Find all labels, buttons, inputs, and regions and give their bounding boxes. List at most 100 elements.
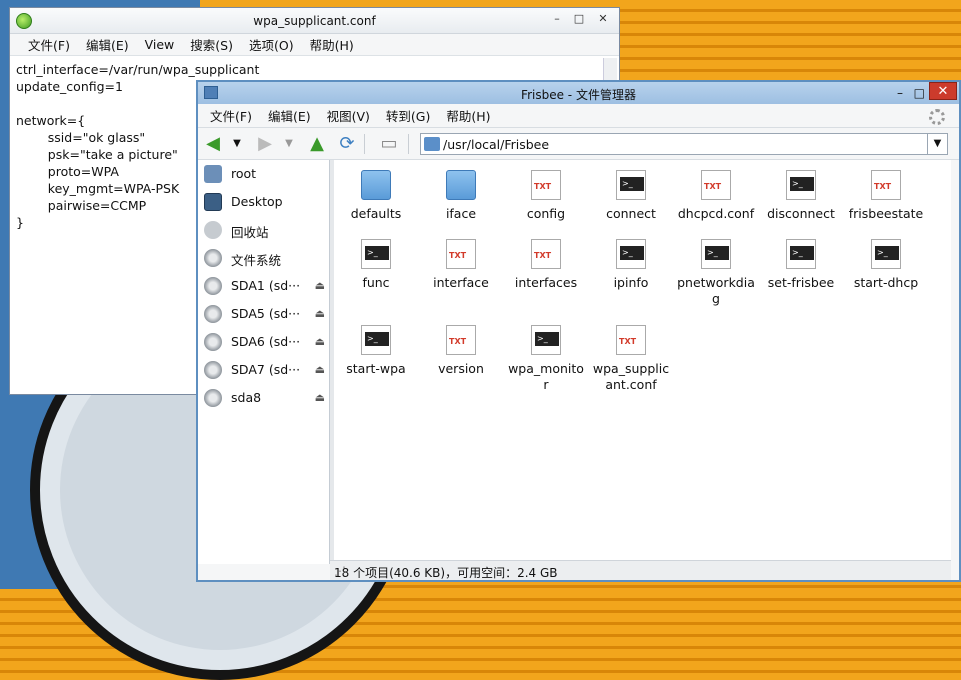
sidebar-item-desktop[interactable]: Desktop — [198, 188, 329, 216]
file-name: pnetworkdiag — [677, 275, 755, 306]
script-file-icon — [361, 325, 391, 355]
text-file-icon — [701, 170, 731, 200]
menu-help[interactable]: 帮助(H) — [302, 35, 362, 54]
text-line: ctrl_interface=/var/run/wpa_supplicant — [16, 62, 260, 77]
editor-titlebar[interactable]: wpa_supplicant.conf – □ ✕ — [10, 8, 619, 34]
forward-arrow-icon[interactable]: ▶ — [254, 134, 276, 154]
text-file-icon — [531, 239, 561, 269]
menu-file[interactable]: 文件(F) — [202, 106, 260, 125]
file-item-disconnect[interactable]: disconnect — [761, 170, 841, 222]
file-item-set-frisbee[interactable]: set-frisbee — [761, 239, 841, 291]
file-item-wpa-monitor[interactable]: wpa_monitor — [506, 325, 586, 393]
back-arrow-icon[interactable]: ◀ — [202, 134, 224, 154]
eject-icon[interactable]: ⏏ — [315, 279, 325, 292]
menu-view[interactable]: View — [137, 37, 183, 52]
minimize-icon[interactable]: – — [897, 86, 903, 100]
file-item-ipinfo[interactable]: ipinfo — [591, 239, 671, 291]
file-item-dhcpcd-conf[interactable]: dhcpcd.conf — [676, 170, 756, 222]
script-file-icon — [786, 170, 816, 200]
eject-icon[interactable]: ⏏ — [315, 391, 325, 404]
address-bar[interactable]: /usr/local/Frisbee ▼ — [420, 133, 948, 155]
menu-edit[interactable]: 编辑(E) — [78, 35, 137, 54]
file-name: connect — [606, 206, 656, 221]
menu-options[interactable]: 选项(O) — [241, 35, 302, 54]
file-name: interfaces — [514, 275, 578, 290]
sidebar-item-root[interactable]: root — [198, 160, 329, 188]
menu-search[interactable]: 搜索(S) — [182, 35, 241, 54]
sidebar-item-sda5[interactable]: SDA5 (sd··· ⏏ — [198, 300, 329, 328]
home-icon — [204, 165, 222, 183]
sidebar-item-label: SDA5 (sd··· — [231, 306, 301, 321]
file-item-interfaces[interactable]: interfaces — [506, 239, 586, 291]
sidebar-item-filesystem[interactable]: 文件系统 — [198, 244, 329, 272]
text-file-icon — [871, 170, 901, 200]
file-item-config[interactable]: config — [506, 170, 586, 222]
folder-icon — [361, 170, 391, 200]
minimize-icon[interactable]: – — [547, 11, 567, 27]
file-item-wpa-supplicant-conf[interactable]: wpa_supplicant.conf — [591, 325, 671, 393]
file-item-frisbeestate[interactable]: frisbeestate — [846, 170, 926, 222]
sidebar-item-sda1[interactable]: SDA1 (sd··· ⏏ — [198, 272, 329, 300]
disk-icon — [204, 361, 222, 379]
file-item-iface[interactable]: iface — [421, 170, 501, 222]
up-arrow-icon[interactable]: ▲ — [306, 134, 328, 154]
trash-icon — [204, 221, 222, 239]
refresh-icon[interactable]: ⟳ — [336, 134, 358, 154]
menu-file[interactable]: 文件(F) — [20, 35, 78, 54]
file-name: defaults — [350, 206, 402, 221]
file-name: start-dhcp — [853, 275, 919, 290]
file-item-start-dhcp[interactable]: start-dhcp — [846, 239, 926, 291]
file-item-func[interactable]: func — [336, 239, 416, 291]
maximize-icon[interactable]: □ — [569, 11, 589, 27]
sidebar-item-sda6[interactable]: SDA6 (sd··· ⏏ — [198, 328, 329, 356]
forward-history-dropdown-icon[interactable]: ▼ — [278, 134, 300, 154]
script-file-icon — [701, 239, 731, 269]
file-name: config — [526, 206, 566, 221]
menu-help[interactable]: 帮助(H) — [438, 106, 498, 125]
fm-menubar: 文件(F) 编辑(E) 视图(V) 转到(G) 帮助(H) — [198, 104, 959, 128]
file-item-pnetworkdiag[interactable]: pnetworkdiag — [676, 239, 756, 307]
sidebar-item-sda8[interactable]: sda8 ⏏ — [198, 384, 329, 412]
menu-edit[interactable]: 编辑(E) — [260, 106, 319, 125]
folder-icon — [446, 170, 476, 200]
address-path: /usr/local/Frisbee — [443, 137, 550, 152]
file-name: wpa_supplicant.conf — [592, 361, 670, 392]
folder-icon — [424, 137, 440, 151]
sidebar-item-sda7[interactable]: SDA7 (sd··· ⏏ — [198, 356, 329, 384]
resize-grip-icon[interactable]: ⋰ — [334, 564, 949, 578]
menu-go[interactable]: 转到(G) — [378, 106, 438, 125]
file-item-version[interactable]: version — [421, 325, 501, 377]
desktop-icon — [204, 193, 222, 211]
eject-icon[interactable]: ⏏ — [315, 335, 325, 348]
disk-icon — [204, 305, 222, 323]
back-history-dropdown-icon[interactable]: ▼ — [226, 134, 248, 154]
script-file-icon — [871, 239, 901, 269]
menu-view[interactable]: 视图(V) — [319, 106, 378, 125]
maximize-icon[interactable]: □ — [914, 86, 925, 100]
file-name: set-frisbee — [767, 275, 835, 290]
file-name: dhcpcd.conf — [677, 206, 755, 221]
eject-icon[interactable]: ⏏ — [315, 363, 325, 376]
folder-icon[interactable]: ▭ — [378, 134, 400, 154]
fm-titlebar[interactable]: Frisbee - 文件管理器 – □ ✕ — [198, 82, 959, 104]
text-file-icon — [446, 325, 476, 355]
chevron-down-icon[interactable]: ▼ — [927, 134, 947, 154]
sidebar-item-trash[interactable]: 回收站 — [198, 216, 329, 244]
file-item-start-wpa[interactable]: start-wpa — [336, 325, 416, 377]
file-item-defaults[interactable]: defaults — [336, 170, 416, 222]
text-file-icon — [616, 325, 646, 355]
editor-title: wpa_supplicant.conf — [253, 14, 376, 28]
sidebar-item-label: SDA6 (sd··· — [231, 334, 301, 349]
close-icon[interactable]: ✕ — [593, 11, 613, 27]
file-item-connect[interactable]: connect — [591, 170, 671, 222]
busy-spinner-icon — [929, 109, 945, 125]
file-name: frisbeestate — [848, 206, 924, 221]
fm-toolbar: ◀ ▼ ▶ ▼ ▲ ⟳ ▭ /usr/local/Frisbee ▼ — [198, 128, 959, 160]
close-button[interactable]: ✕ — [929, 82, 957, 100]
file-item-interface[interactable]: interface — [421, 239, 501, 291]
disk-icon — [204, 333, 222, 351]
text-file-icon — [531, 170, 561, 200]
file-name: wpa_monitor — [508, 361, 584, 392]
file-manager-window: Frisbee - 文件管理器 – □ ✕ 文件(F) 编辑(E) 视图(V) … — [196, 80, 961, 582]
eject-icon[interactable]: ⏏ — [315, 307, 325, 320]
